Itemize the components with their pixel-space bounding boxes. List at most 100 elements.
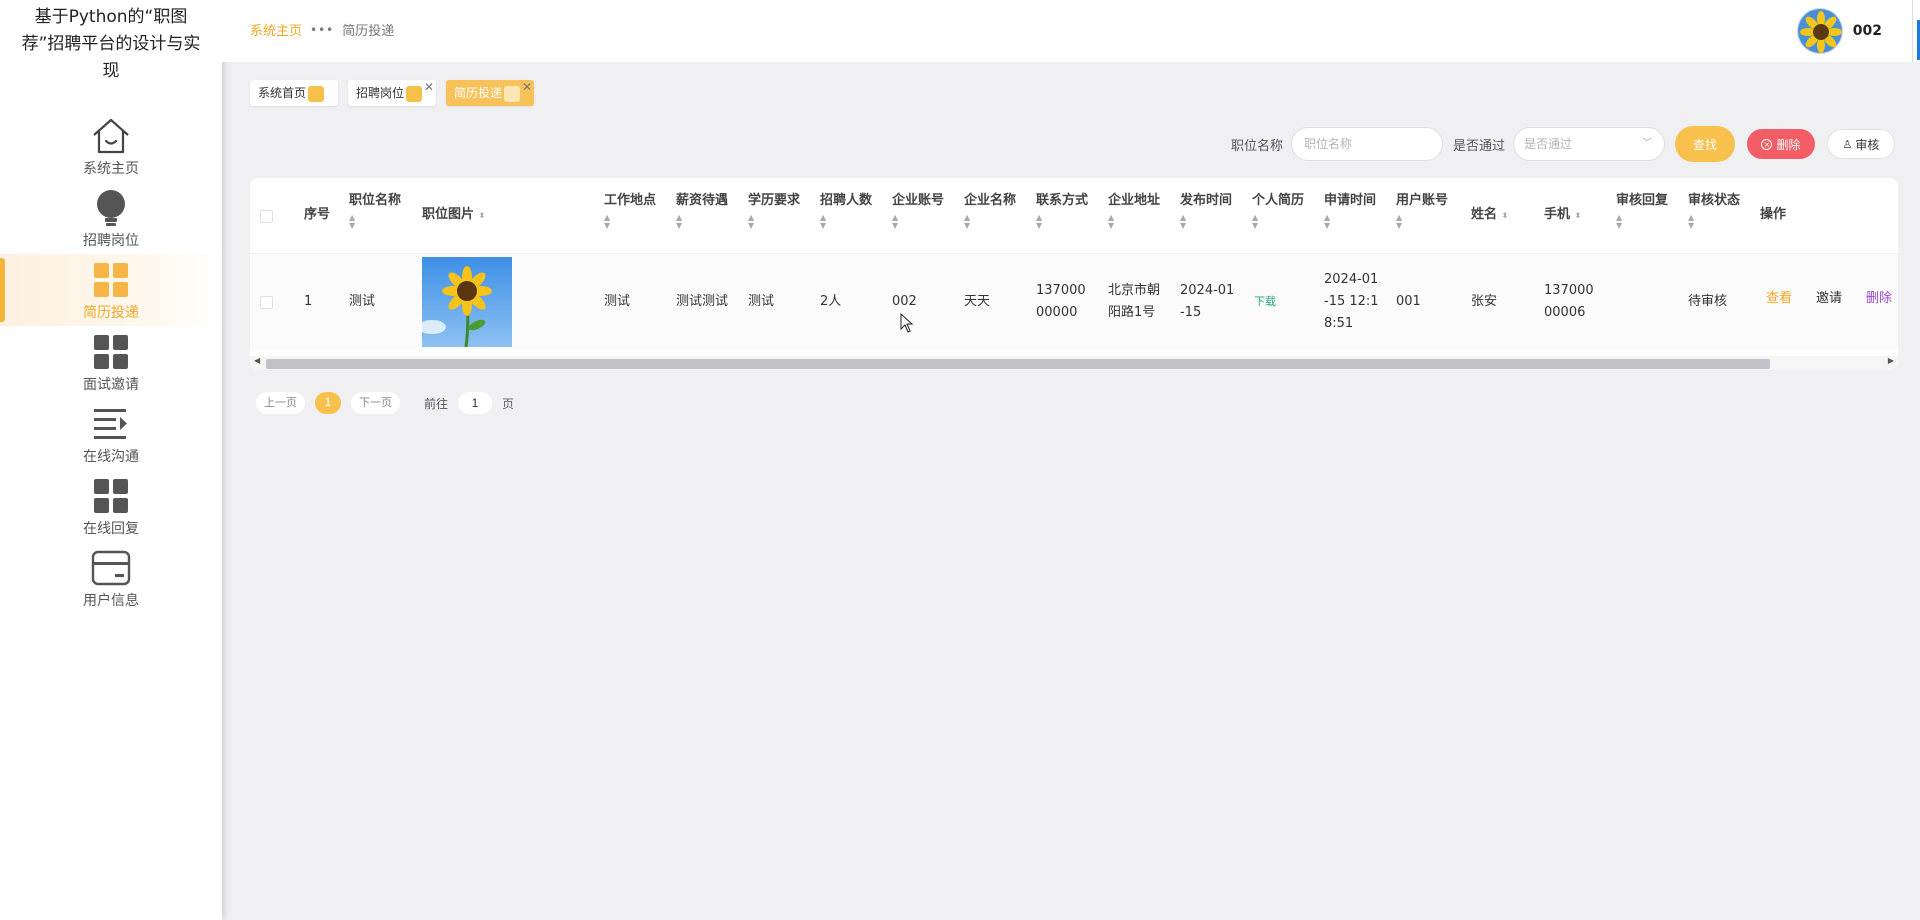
- tab-jobs[interactable]: 招聘岗位 ✕: [348, 80, 437, 106]
- cell-location: 测试: [604, 294, 631, 309]
- col-phone[interactable]: 手机 ⬍: [1544, 206, 1581, 225]
- breadcrumb-home[interactable]: 系统主页: [250, 20, 302, 39]
- grid-icon: [89, 258, 133, 302]
- col-reply[interactable]: 审核回复 ▲ ▼: [1616, 192, 1668, 230]
- position-name-input[interactable]: [1290, 127, 1443, 161]
- select-all-checkbox[interactable]: [260, 210, 273, 223]
- mouse-cursor-icon: [900, 312, 914, 337]
- sort-icon[interactable]: ▲ ▼: [892, 214, 944, 230]
- col-apply-time[interactable]: 申请时间 ▲ ▼: [1324, 192, 1376, 230]
- sidebar-item-label: 系统主页: [83, 161, 139, 177]
- sort-icon[interactable]: ▲ ▼: [820, 214, 872, 230]
- sidebar-item-home[interactable]: 系统主页: [0, 110, 222, 182]
- sort-icon[interactable]: ⬍: [479, 211, 486, 220]
- page-unit-label: 页: [502, 396, 515, 411]
- sidebar-item-jobs[interactable]: 招聘岗位: [0, 182, 222, 254]
- sort-icon[interactable]: ▲ ▼: [1324, 214, 1376, 230]
- sort-icon[interactable]: ▲ ▼: [964, 214, 1016, 230]
- col-company-account[interactable]: 企业账号 ▲ ▼: [892, 192, 944, 230]
- sort-icon[interactable]: ▲ ▼: [1036, 214, 1088, 230]
- user-name[interactable]: 002: [1853, 23, 1882, 39]
- sidebar-item-label: 简历投递: [83, 305, 139, 321]
- next-page-button[interactable]: 下一页: [351, 392, 400, 414]
- col-status[interactable]: 审核状态 ▲ ▼: [1688, 192, 1740, 230]
- sort-icon[interactable]: ▲ ▼: [1180, 214, 1232, 230]
- audit-button[interactable]: ♙ 审核: [1827, 129, 1895, 159]
- col-education[interactable]: 学历要求 ▲ ▼: [748, 192, 800, 230]
- col-company-name[interactable]: 企业名称 ▲ ▼: [964, 192, 1016, 230]
- sort-icon[interactable]: ▲ ▼: [676, 214, 728, 230]
- sidebar-item-reply[interactable]: 在线回复: [0, 470, 222, 542]
- user-menu[interactable]: 002: [1796, 8, 1882, 54]
- user-icon: ♙: [1842, 137, 1853, 151]
- sidebar-item-interview[interactable]: 面试邀请: [0, 326, 222, 398]
- find-button[interactable]: 查找: [1675, 126, 1735, 162]
- scroll-left-icon[interactable]: ◀: [254, 356, 260, 365]
- grid-icon: [89, 330, 133, 374]
- pass-status-placeholder: 是否通过: [1524, 137, 1573, 151]
- cell-education: 测试: [748, 294, 775, 309]
- sidebar-item-label: 在线回复: [83, 521, 139, 537]
- list-icon: [89, 402, 133, 446]
- goto-page-input[interactable]: [458, 392, 493, 414]
- sidebar: 基于Python的“职图荐”招聘平台的设计与实现 系统主页 招聘岗位 简历投递 …: [0, 0, 222, 920]
- page-number-current[interactable]: 1: [315, 392, 341, 414]
- sort-icon[interactable]: ▲ ▼: [349, 214, 401, 230]
- prev-page-button[interactable]: 上一页: [256, 392, 305, 414]
- view-button[interactable]: 查看: [1766, 288, 1792, 310]
- col-label: 个人简历: [1252, 193, 1305, 208]
- sort-icon[interactable]: ▲ ▼: [1616, 214, 1668, 230]
- goto-label: 前往: [424, 396, 449, 411]
- col-publish-time[interactable]: 发布时间 ▲ ▼: [1180, 192, 1232, 230]
- col-label: 企业账号: [892, 193, 945, 208]
- col-salary[interactable]: 薪资待遇 ▲ ▼: [676, 192, 728, 230]
- sidebar-item-userinfo[interactable]: 用户信息: [0, 542, 222, 614]
- avatar[interactable]: [1796, 8, 1843, 54]
- col-image[interactable]: 职位图片 ⬍: [422, 206, 485, 225]
- sort-icon[interactable]: ▲ ▼: [1252, 214, 1304, 230]
- sidebar-item-label: 在线沟通: [83, 449, 139, 465]
- row-checkbox[interactable]: [260, 296, 273, 309]
- sort-icon[interactable]: ▲ ▼: [1108, 214, 1160, 230]
- col-position[interactable]: 职位名称 ▲ ▼: [349, 192, 401, 230]
- col-resume[interactable]: 个人简历 ▲ ▼: [1252, 192, 1304, 230]
- close-icon[interactable]: ✕: [522, 74, 532, 100]
- scroll-thumb[interactable]: [266, 359, 1770, 369]
- pass-status-select[interactable]: 是否通过 ﹀: [1513, 127, 1665, 161]
- row-delete-button[interactable]: 删除: [1866, 288, 1892, 310]
- tab-system-home[interactable]: 系统首页: [250, 80, 339, 106]
- horizontal-scrollbar[interactable]: ◀ ▶: [250, 356, 1898, 370]
- delete-button[interactable]: × 删除: [1747, 129, 1815, 159]
- col-address[interactable]: 企业地址 ▲ ▼: [1108, 192, 1160, 230]
- col-contact[interactable]: 联系方式 ▲ ▼: [1036, 192, 1088, 230]
- search-bar: 职位名称 是否通过 是否通过 ﹀ 查找 × 删除 ♙ 审核: [1231, 126, 1895, 162]
- table-row[interactable]: 1 测试 测试 测试测试 测试 2人 002 天天 13700000000 北京…: [250, 254, 1898, 350]
- col-label: 学历要求: [748, 193, 801, 208]
- sort-icon[interactable]: ⬍: [1502, 211, 1509, 220]
- sort-icon[interactable]: ▲ ▼: [748, 214, 800, 230]
- sort-icon[interactable]: ▲ ▼: [604, 214, 656, 230]
- sort-icon[interactable]: ▲ ▼: [1688, 214, 1740, 230]
- col-label: 用户账号: [1396, 193, 1449, 208]
- house-icon: [89, 114, 133, 158]
- col-name[interactable]: 姓名 ⬍: [1471, 206, 1508, 225]
- tab-icon: [406, 86, 423, 102]
- col-label: 申请时间: [1324, 193, 1377, 208]
- tab-resume[interactable]: 简历投递 ✕: [446, 80, 535, 106]
- close-icon[interactable]: ✕: [424, 74, 434, 100]
- col-label: 审核状态: [1688, 193, 1741, 208]
- resume-download-link[interactable]: 下载: [1254, 291, 1276, 313]
- col-headcount[interactable]: 招聘人数 ▲ ▼: [820, 192, 872, 230]
- col-user-account[interactable]: 用户账号 ▲ ▼: [1396, 192, 1448, 230]
- invite-button[interactable]: 邀请: [1816, 288, 1842, 310]
- cell-contact: 13700000000: [1036, 283, 1086, 320]
- sidebar-item-resume[interactable]: 简历投递: [0, 254, 222, 326]
- sort-icon[interactable]: ⬍: [1575, 211, 1582, 220]
- col-location[interactable]: 工作地点 ▲ ▼: [604, 192, 656, 230]
- sidebar-item-chat[interactable]: 在线沟通: [0, 398, 222, 470]
- sidebar-menu: 系统主页 招聘岗位 简历投递 面试邀请 在线沟通 在线回复 用户信息: [0, 110, 222, 614]
- sort-icon[interactable]: ▲ ▼: [1396, 214, 1448, 230]
- scroll-right-icon[interactable]: ▶: [1888, 356, 1894, 365]
- sidebar-item-label: 招聘岗位: [83, 233, 139, 249]
- cell-company-account: 002: [892, 294, 917, 309]
